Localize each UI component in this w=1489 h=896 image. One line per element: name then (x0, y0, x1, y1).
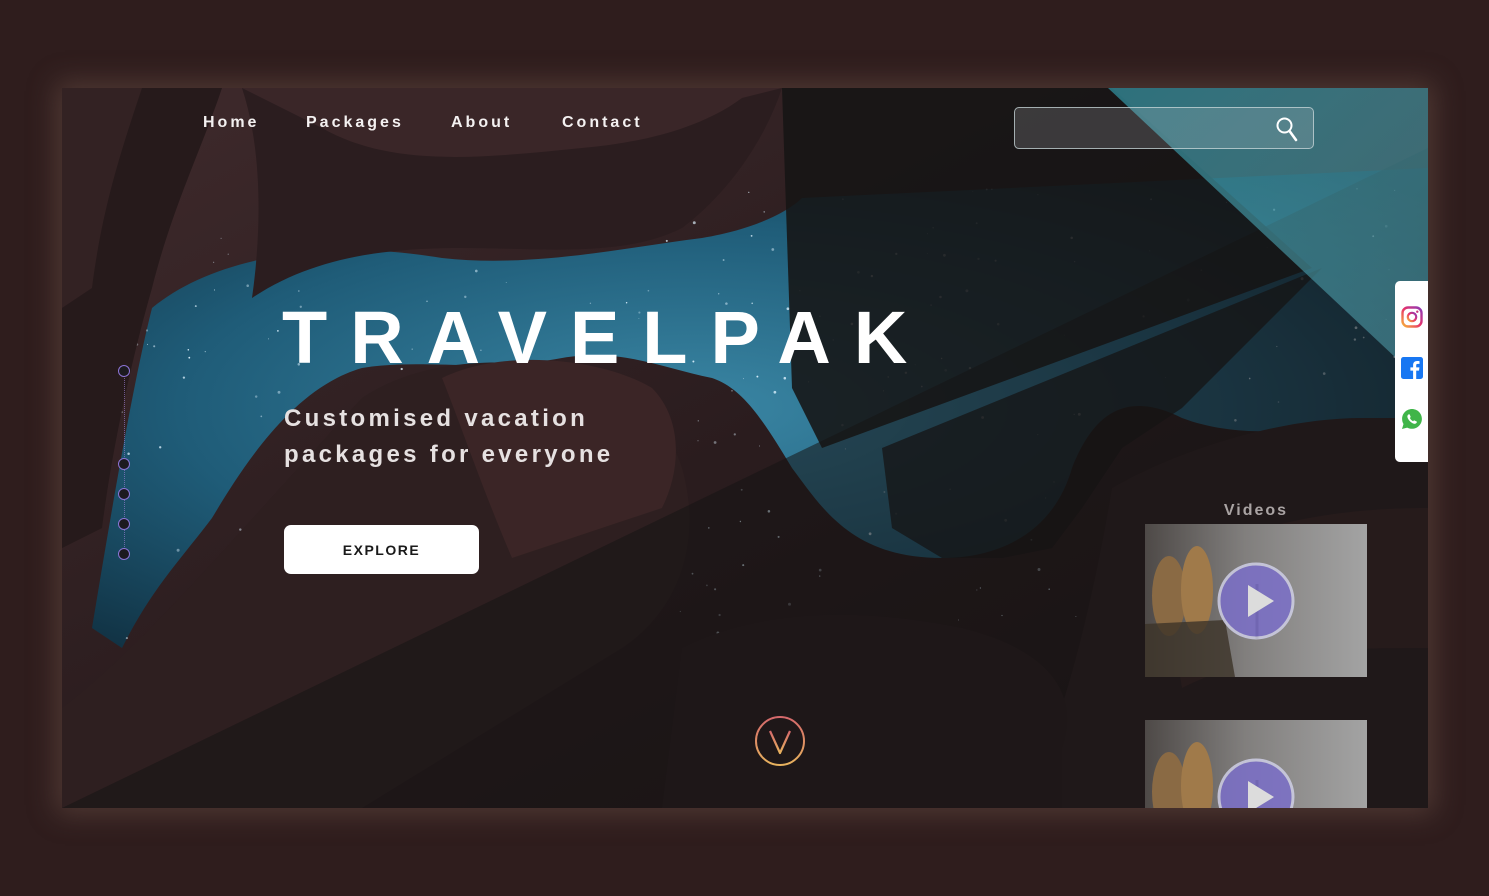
hero-section: Home Packages About Contact TRAVELPAK Cu… (62, 88, 1428, 808)
instagram-icon[interactable] (1401, 306, 1423, 328)
nav-contact[interactable]: Contact (562, 114, 643, 132)
nav-about[interactable]: About (451, 114, 512, 132)
tagline-line-1: Customised vacation (284, 405, 589, 432)
search-box (1014, 107, 1314, 149)
slide-indicator (116, 362, 136, 562)
hero-background-image (62, 88, 1428, 808)
brand-title: TRAVELPAK (282, 296, 931, 379)
play-icon[interactable] (1217, 758, 1295, 808)
tagline-line-2: packages for everyone (284, 441, 614, 468)
search-input[interactable] (1027, 117, 1271, 141)
slide-dot[interactable] (118, 548, 130, 560)
videos-heading: Videos (1223, 502, 1289, 519)
video-thumbnail[interactable] (1145, 524, 1367, 677)
hero-tagline: Customised vacation packages for everyon… (284, 401, 613, 473)
nav-packages[interactable]: Packages (306, 114, 404, 132)
slide-dot[interactable] (118, 458, 130, 470)
social-bar (1395, 281, 1428, 462)
search-icon[interactable] (1275, 116, 1299, 142)
video-thumbnail[interactable] (1145, 720, 1367, 808)
slide-dot[interactable] (118, 365, 130, 377)
explore-button[interactable]: EXPLORE (284, 525, 479, 574)
whatsapp-icon[interactable] (1401, 408, 1423, 430)
facebook-icon[interactable] (1401, 357, 1423, 379)
slide-dot[interactable] (118, 518, 130, 530)
play-icon[interactable] (1217, 562, 1295, 640)
nav-home[interactable]: Home (203, 114, 259, 132)
chevron-down-icon[interactable] (754, 715, 806, 767)
slide-dot[interactable] (118, 488, 130, 500)
